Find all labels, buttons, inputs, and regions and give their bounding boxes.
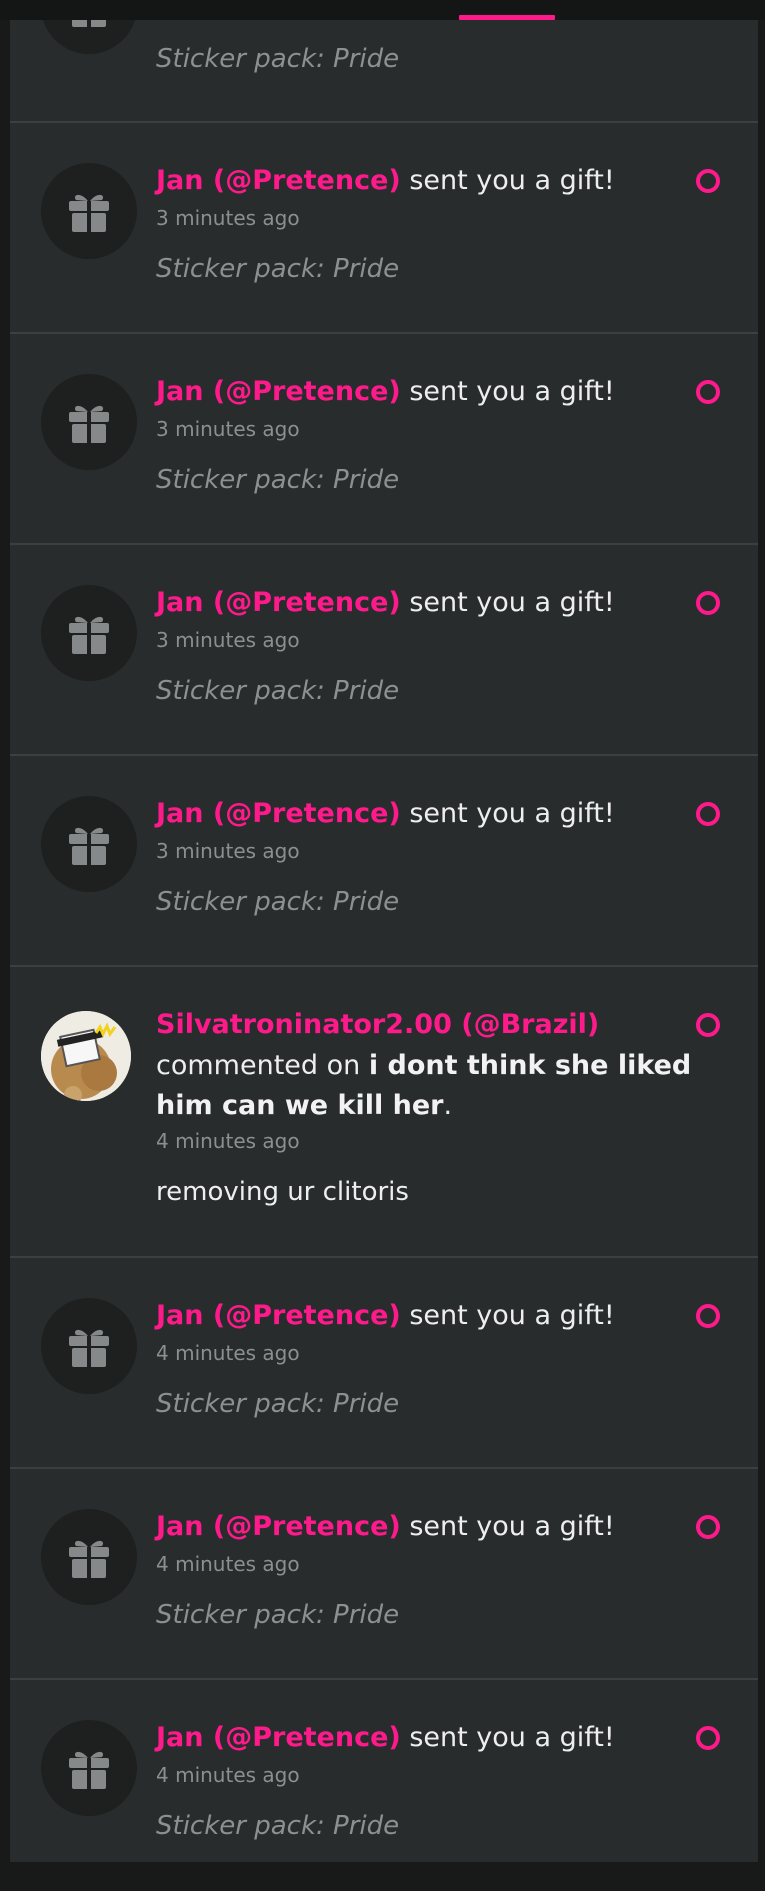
action-text: commented on — [156, 1050, 361, 1081]
gift-icon — [69, 1540, 109, 1578]
timestamp: 4 minutes ago — [156, 1129, 300, 1153]
gift-description: Sticker pack: Pride — [156, 676, 400, 706]
gift-description: Sticker pack: Pride — [156, 254, 400, 284]
user-avatar-image — [41, 1011, 131, 1101]
action-text: sent you a gift! — [409, 587, 615, 618]
unread-dot-icon[interactable] — [696, 1726, 720, 1750]
timestamp: 4 minutes ago — [156, 1552, 300, 1576]
list-item[interactable]: Jan (@Pretence) sent you a gift! 4 minut… — [10, 1469, 758, 1680]
gift-avatar — [41, 1720, 137, 1816]
username-link[interactable]: Jan (@Pretence) — [156, 1511, 401, 1542]
list-item[interactable]: Jan (@Pretence) sent you a gift! 3 minut… — [10, 545, 758, 756]
gift-avatar — [41, 163, 137, 259]
unread-dot-icon[interactable] — [696, 591, 720, 615]
timestamp: 3 minutes ago — [156, 628, 300, 652]
unread-dot-icon[interactable] — [696, 380, 720, 404]
timestamp: 4 minutes ago — [156, 1341, 300, 1365]
username-link[interactable]: Jan (@Pretence) — [156, 798, 401, 829]
gift-icon — [69, 405, 109, 443]
notification-title: Jan (@Pretence) sent you a gift! — [156, 1719, 615, 1757]
gift-description: Sticker pack: Pride — [156, 1811, 400, 1841]
post-title-link[interactable]: i dont think she liked — [369, 1050, 691, 1081]
gift-description: Sticker pack: Pride — [156, 1600, 400, 1630]
comment-text: removing ur clitoris — [156, 1177, 409, 1207]
active-tab-indicator — [459, 15, 555, 20]
notification-title: Jan (@Pretence) sent you a gift! — [156, 795, 615, 833]
gift-icon — [69, 827, 109, 865]
timestamp: 3 minutes ago — [156, 417, 300, 441]
comment-summary: commented on i dont think she liked him … — [156, 1046, 691, 1126]
username-link[interactable]: Jan (@Pretence) — [156, 1300, 401, 1331]
unread-dot-icon[interactable] — [696, 1304, 720, 1328]
notification-title: Jan (@Pretence) sent you a gift! — [156, 584, 615, 622]
username-link[interactable]: Silvatroninator2.00 (@Brazil) — [156, 1009, 599, 1040]
gift-avatar — [41, 1509, 137, 1605]
gift-icon — [69, 616, 109, 654]
comment-author: Silvatroninator2.00 (@Brazil) — [156, 1006, 599, 1044]
action-text: sent you a gift! — [409, 1511, 615, 1542]
action-text: sent you a gift! — [409, 165, 615, 196]
gift-avatar — [41, 585, 137, 681]
list-item[interactable]: Jan (@Pretence) sent you a gift! 4 minut… — [10, 1258, 758, 1469]
gift-avatar — [41, 374, 137, 470]
list-item[interactable]: Jan (@Pretence) sent you a gift! 3 minut… — [10, 334, 758, 545]
username-link[interactable]: Jan (@Pretence) — [156, 587, 401, 618]
notifications-list: Sticker pack: Pride Jan (@Pretence) sent… — [10, 0, 758, 1862]
username-link[interactable]: Jan (@Pretence) — [156, 376, 401, 407]
timestamp: 3 minutes ago — [156, 839, 300, 863]
top-tab-bar — [0, 0, 765, 20]
action-text: sent you a gift! — [409, 798, 615, 829]
action-text: sent you a gift! — [409, 1300, 615, 1331]
username-link[interactable]: Jan (@Pretence) — [156, 1722, 401, 1753]
notification-title: Jan (@Pretence) sent you a gift! — [156, 162, 615, 200]
list-item[interactable]: Jan (@Pretence) sent you a gift! 4 minut… — [10, 1680, 758, 1891]
list-item[interactable]: Jan (@Pretence) sent you a gift! 3 minut… — [10, 756, 758, 967]
unread-dot-icon[interactable] — [696, 1515, 720, 1539]
action-text: sent you a gift! — [409, 376, 615, 407]
username-link[interactable]: Jan (@Pretence) — [156, 165, 401, 196]
gift-icon — [69, 194, 109, 232]
gift-avatar — [41, 1298, 137, 1394]
unread-dot-icon[interactable] — [696, 1013, 720, 1037]
list-item[interactable]: Jan (@Pretence) sent you a gift! 3 minut… — [10, 123, 758, 334]
unread-dot-icon[interactable] — [696, 802, 720, 826]
gift-description: Sticker pack: Pride — [156, 1389, 400, 1419]
list-item[interactable]: Silvatroninator2.00 (@Brazil) commented … — [10, 967, 758, 1258]
unread-dot-icon[interactable] — [696, 169, 720, 193]
gift-description: Sticker pack: Pride — [156, 465, 400, 495]
notification-title: Jan (@Pretence) sent you a gift! — [156, 1508, 615, 1546]
notification-title: Jan (@Pretence) sent you a gift! — [156, 373, 615, 411]
action-text: sent you a gift! — [409, 1722, 615, 1753]
gift-avatar — [41, 796, 137, 892]
gift-icon — [69, 1329, 109, 1367]
punctuation: . — [443, 1090, 453, 1121]
avatar[interactable] — [41, 1011, 131, 1101]
gift-description: Sticker pack: Pride — [156, 887, 400, 917]
timestamp: 3 minutes ago — [156, 206, 300, 230]
post-title-link[interactable]: him can we kill her — [156, 1090, 443, 1121]
timestamp: 4 minutes ago — [156, 1763, 300, 1787]
gift-icon — [69, 1751, 109, 1789]
gift-description: Sticker pack: Pride — [156, 44, 400, 74]
notification-title: Jan (@Pretence) sent you a gift! — [156, 1297, 615, 1335]
